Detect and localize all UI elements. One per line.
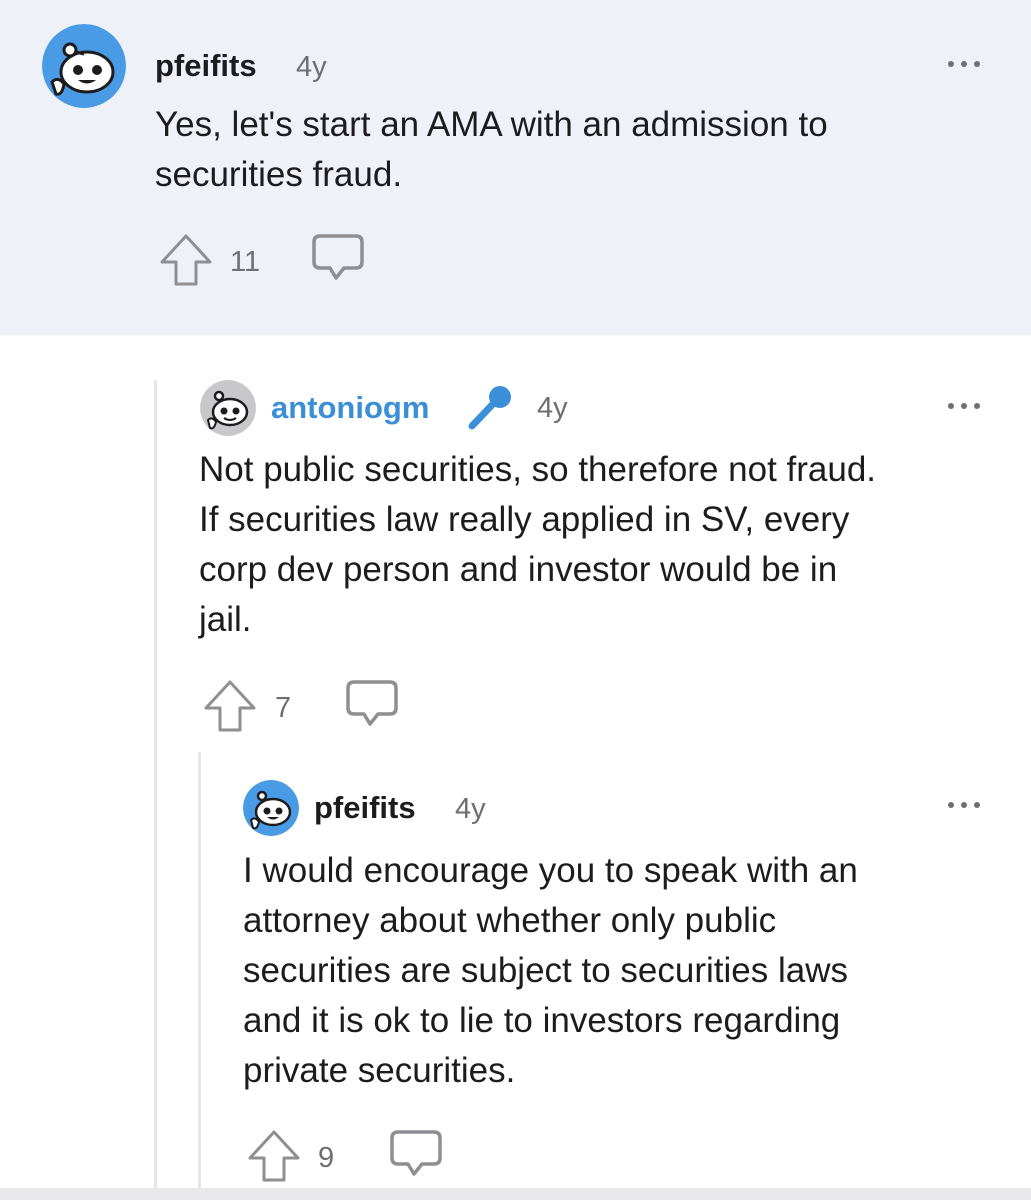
- comment-timestamp: 4y: [455, 793, 486, 825]
- reply-bubble-icon[interactable]: [388, 1128, 444, 1178]
- snoo-avatar-gray-icon[interactable]: [200, 380, 256, 436]
- comment-timestamp: 4y: [537, 392, 568, 424]
- reply-bubble-icon[interactable]: [310, 232, 366, 282]
- comment-body: I would encourage you to speak with an a…: [243, 851, 858, 1090]
- comment-username[interactable]: pfeifits: [314, 790, 416, 826]
- comment-body: Not public securities, so therefore not …: [199, 450, 877, 639]
- comment-username[interactable]: antoniogm: [271, 390, 429, 426]
- more-options-icon[interactable]: [946, 396, 986, 416]
- vote-score: 7: [275, 692, 292, 724]
- vote-score: 9: [318, 1142, 335, 1174]
- upvote-arrow-icon[interactable]: [246, 1128, 302, 1184]
- bottom-divider: [0, 1188, 1031, 1200]
- thread-line-level-2[interactable]: [198, 752, 201, 1188]
- snoo-avatar-icon[interactable]: [42, 24, 126, 108]
- snoo-avatar-icon[interactable]: [243, 780, 299, 836]
- comment-body: Yes, let's start an AMA with an admissio…: [155, 105, 828, 194]
- more-options-icon[interactable]: [946, 795, 986, 815]
- reply-bubble-icon[interactable]: [344, 678, 400, 728]
- thread-line-level-1[interactable]: [154, 380, 157, 1188]
- comment-timestamp: 4y: [296, 51, 327, 83]
- upvote-arrow-icon[interactable]: [158, 232, 214, 288]
- microphone-icon: [466, 384, 514, 430]
- comment-username[interactable]: pfeifits: [155, 48, 257, 84]
- more-options-icon[interactable]: [946, 54, 986, 74]
- vote-score: 11: [230, 246, 261, 278]
- upvote-arrow-icon[interactable]: [202, 678, 258, 734]
